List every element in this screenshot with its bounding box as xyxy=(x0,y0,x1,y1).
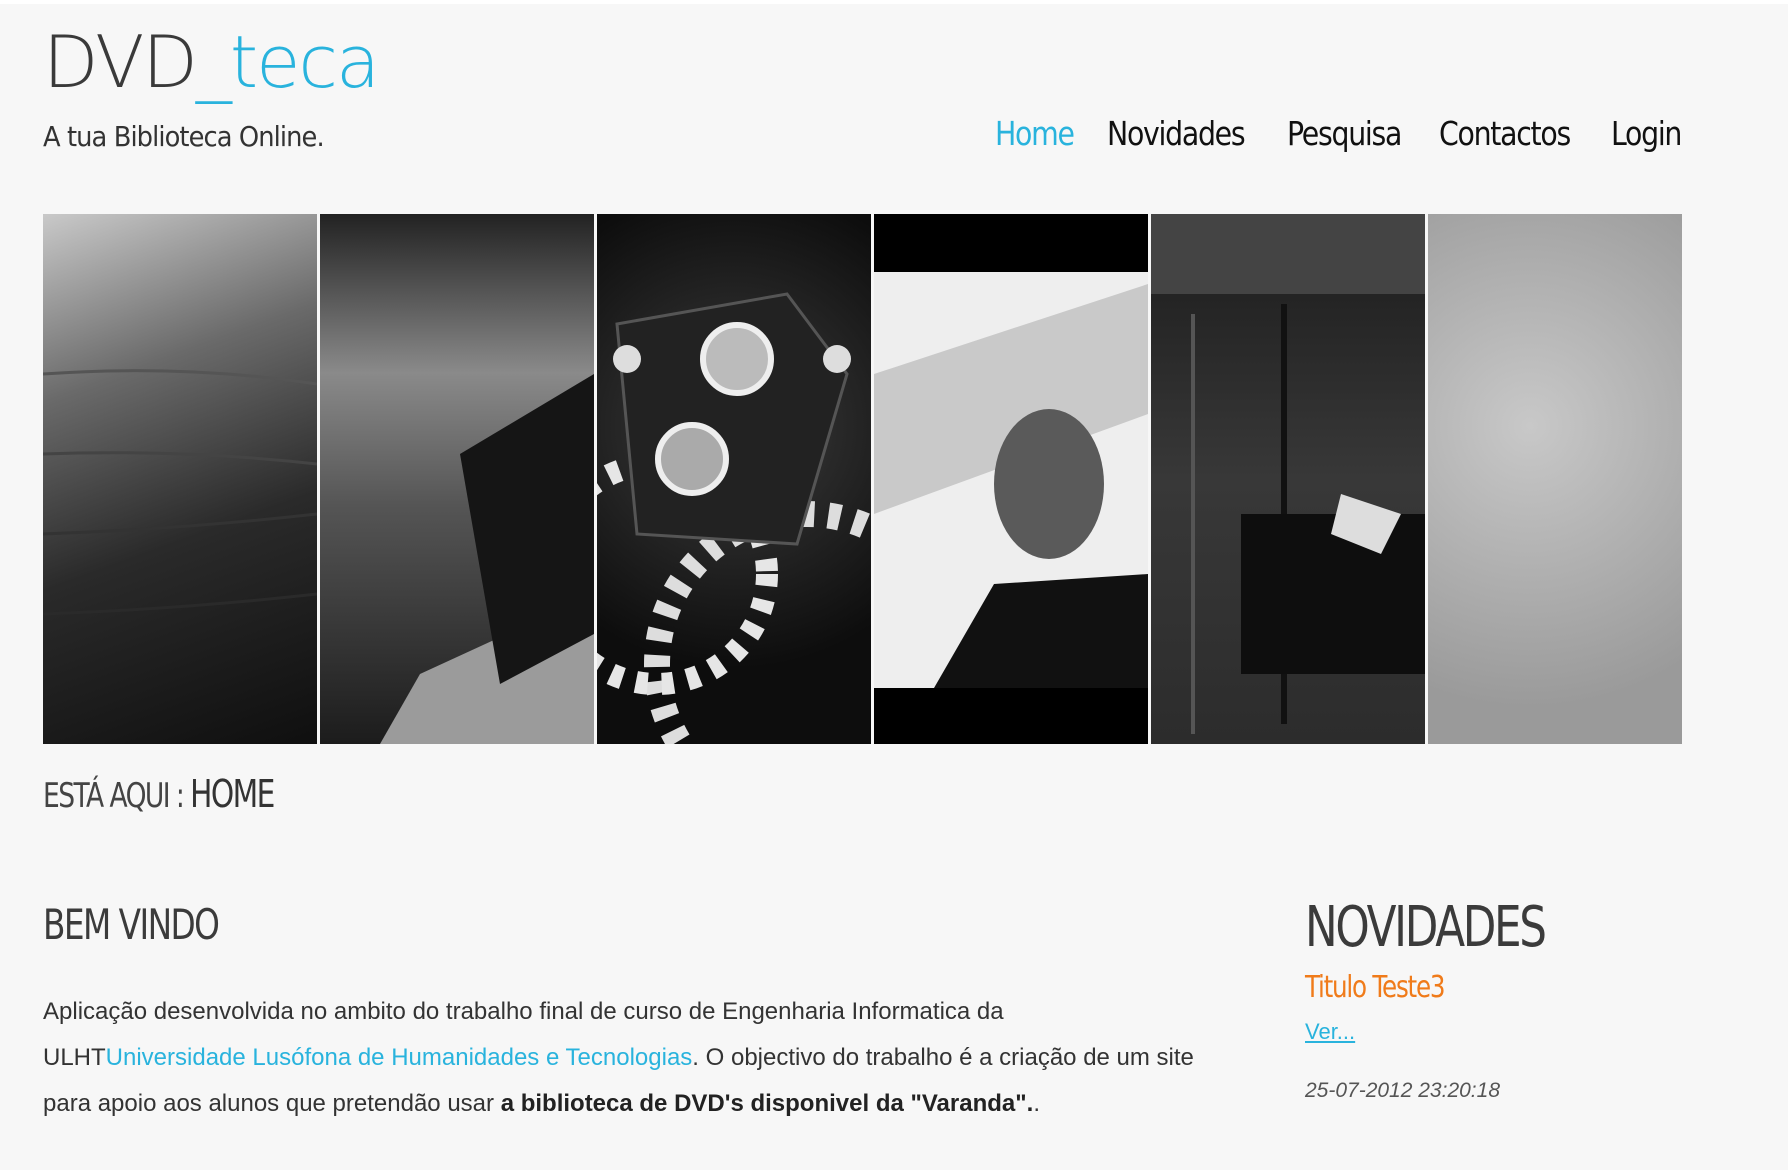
breadcrumb-current: HOME xyxy=(190,772,275,816)
breadcrumb-prefix: ESTÁ AQUI : xyxy=(43,776,185,816)
news-heading: NOVIDADES xyxy=(1305,895,1547,960)
nav-novidades[interactable]: Novidades xyxy=(1107,114,1246,153)
portrait-image xyxy=(874,272,1148,688)
fabric-image xyxy=(43,369,317,616)
welcome-text-bold: a biblioteca de DVD's disponivel da "Var… xyxy=(500,1090,1034,1117)
site-logo[interactable]: DVD_teca xyxy=(43,26,380,98)
breadcrumb: ESTÁ AQUI : HOME xyxy=(43,772,275,816)
banner-panel-gears xyxy=(597,214,871,744)
logo-main-text: DVD xyxy=(43,20,198,104)
page-frame: DVD_teca A tua Biblioteca Online. Home N… xyxy=(0,4,1788,1170)
news-item-date: 25-07-2012 23:20:18 xyxy=(1305,1079,1500,1102)
nav-pesquisa[interactable]: Pesquisa xyxy=(1287,114,1402,153)
hero-banner xyxy=(43,214,1683,744)
welcome-text: Aplicação desenvolvida no ambito do trab… xyxy=(43,989,1203,1127)
logo-accent-text: _teca xyxy=(195,20,380,104)
news-sidebar: NOVIDADES Titulo Teste3 Ver... 25-07-201… xyxy=(1305,900,1725,1103)
banner-panel-texture xyxy=(1428,214,1682,744)
welcome-title: BEM VINDO xyxy=(43,900,220,949)
university-link[interactable]: Universidade Lusófona de Humanidades e T… xyxy=(106,1044,693,1071)
nav-home[interactable]: Home xyxy=(995,114,1075,153)
main-nav: Home Novidades Pesquisa Contactos Login xyxy=(995,114,1683,153)
banner-panel-shadow xyxy=(320,214,594,744)
news-item-title[interactable]: Titulo Teste3 xyxy=(1305,970,1446,1005)
banner-panel-typewriter xyxy=(1151,214,1425,744)
nav-contactos[interactable]: Contactos xyxy=(1439,114,1571,153)
banner-panel-fabric xyxy=(43,214,317,744)
typewriter-image xyxy=(1151,214,1425,734)
gears-image xyxy=(597,292,871,744)
welcome-text-tail: . xyxy=(1033,1090,1040,1117)
nav-login[interactable]: Login xyxy=(1611,114,1682,153)
shadow-image xyxy=(380,374,594,744)
news-item-link[interactable]: Ver... xyxy=(1305,1019,1725,1045)
site-tagline: A tua Biblioteca Online. xyxy=(43,120,325,153)
banner-panel-portrait xyxy=(874,214,1148,744)
